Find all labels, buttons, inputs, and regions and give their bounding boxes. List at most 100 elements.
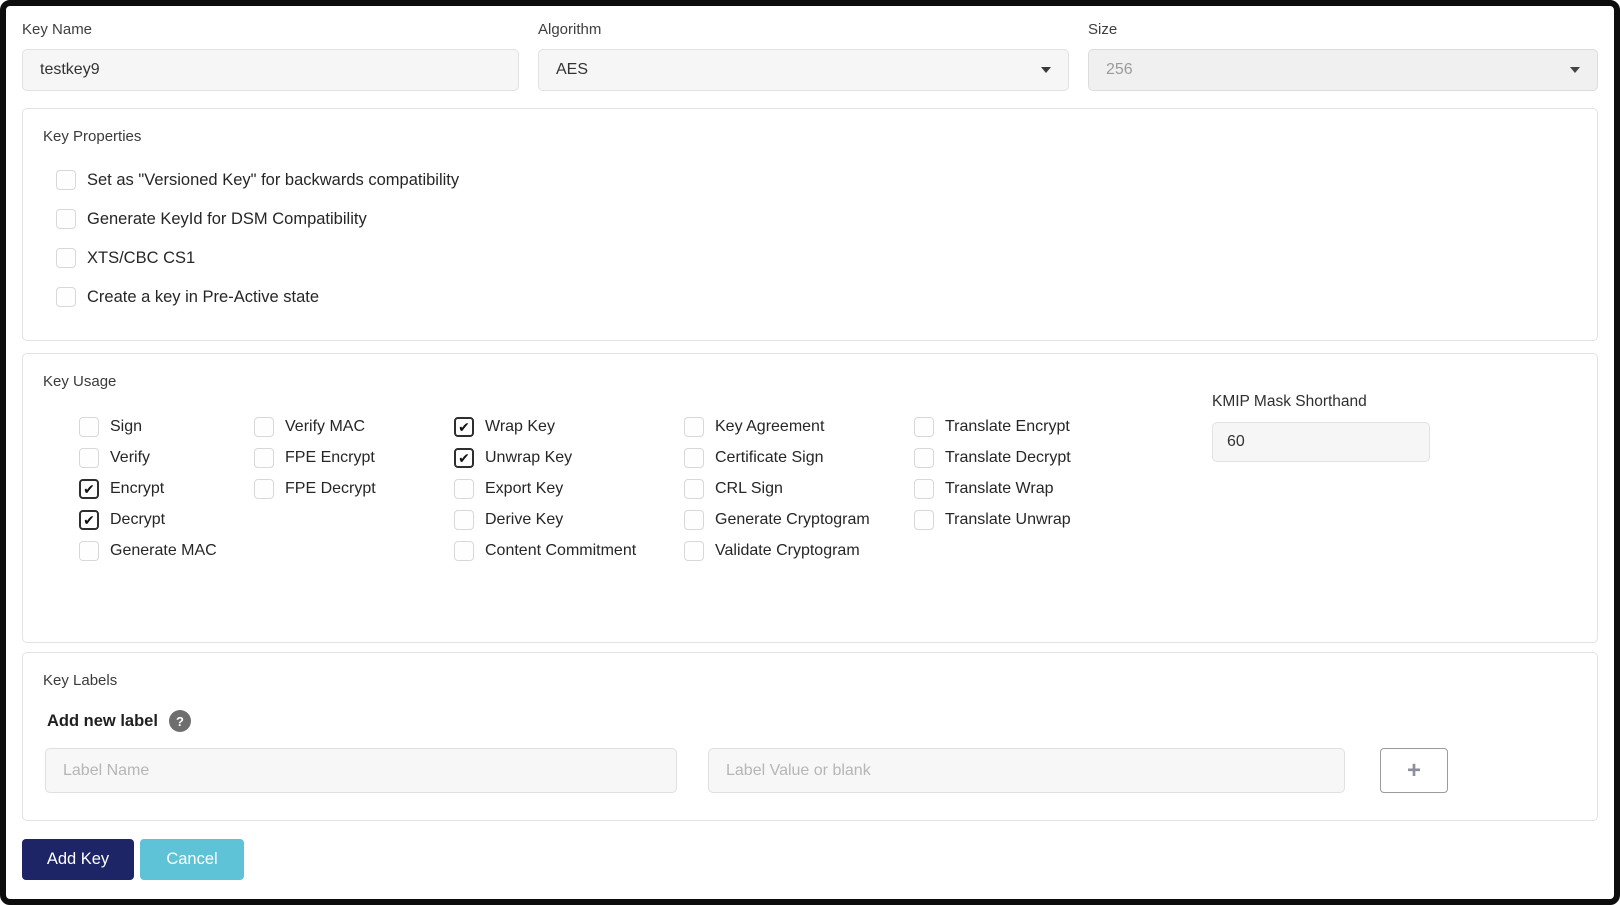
checkbox-item-encrypt: ✔ Encrypt [79, 479, 254, 499]
checkbox-item-crl-sign: CRL Sign [684, 479, 914, 499]
checkbox-item-validate-cryptogram: Validate Cryptogram [684, 541, 914, 561]
checkbox-translate-decrypt[interactable] [914, 448, 934, 468]
checkbox-item-generate-keyid-for-dsm-compatibility: Generate KeyId for DSM Compatibility [56, 209, 1577, 229]
kmip-mask-shorthand-input[interactable] [1212, 422, 1430, 462]
checkbox-translate-encrypt[interactable] [914, 417, 934, 437]
checked-checkbox-decrypt[interactable]: ✔ [79, 510, 99, 530]
checkbox-export-key[interactable] [454, 479, 474, 499]
checkbox-generate-mac[interactable] [79, 541, 99, 561]
checkbox-item-translate-encrypt: Translate Encrypt [914, 417, 1164, 437]
checkbox-item-create-a-key-in-pre-active-state: Create a key in Pre-Active state [56, 287, 1577, 307]
chevron-down-icon [1570, 67, 1580, 73]
checked-checkbox-wrap-key[interactable]: ✔ [454, 417, 474, 437]
kmip-mask-shorthand-label: KMIP Mask Shorthand [1212, 393, 1367, 410]
key-usage-column: Translate Encrypt Translate Decrypt Transl… [914, 417, 1164, 561]
checkbox-label: Set as "Versioned Key" for backwards com… [87, 170, 460, 189]
checkbox-create-a-key-in-pre-active-state[interactable] [56, 287, 76, 307]
label-inputs-row: + [43, 748, 1577, 793]
size-field: Size 256 [1088, 20, 1598, 91]
add-key-button[interactable]: Add Key [22, 839, 134, 880]
algorithm-label: Algorithm [538, 21, 602, 38]
checkbox-label: FPE Encrypt [285, 449, 375, 466]
checkbox-label: Export Key [485, 480, 564, 497]
checkbox-label: Encrypt [110, 480, 165, 497]
checkbox-item-generate-mac: Generate MAC [79, 541, 254, 561]
checkbox-item-derive-key: Derive Key [454, 510, 684, 530]
checkbox-content-commitment[interactable] [454, 541, 474, 561]
checkbox-label: XTS/CBC CS1 [87, 248, 196, 267]
algorithm-dropdown[interactable]: AES [538, 49, 1069, 91]
key-name-label: Key Name [22, 21, 93, 38]
checkbox-item-xts-cbc-cs1: XTS/CBC CS1 [56, 248, 1577, 268]
checkbox-label: Key Agreement [715, 418, 825, 435]
checkbox-item-content-commitment: Content Commitment [454, 541, 684, 561]
add-label-button[interactable]: + [1380, 748, 1448, 793]
checkbox-label: FPE Decrypt [285, 480, 376, 497]
checkbox-fpe-encrypt[interactable] [254, 448, 274, 468]
checkbox-generate-cryptogram[interactable] [684, 510, 704, 530]
checkbox-label: Translate Decrypt [945, 449, 1071, 466]
key-name-field: Key Name [22, 20, 519, 91]
checkbox-translate-unwrap[interactable] [914, 510, 934, 530]
checkbox-validate-cryptogram[interactable] [684, 541, 704, 561]
checked-checkbox-encrypt[interactable]: ✔ [79, 479, 99, 499]
size-label: Size [1088, 21, 1118, 38]
checkbox-item-fpe-decrypt: FPE Decrypt [254, 479, 454, 499]
checkbox-label: Content Commitment [485, 542, 637, 559]
checkbox-item-translate-wrap: Translate Wrap [914, 479, 1164, 499]
add-new-label-row: Add new label ? [47, 710, 1577, 732]
size-selected-value: 256 [1106, 61, 1133, 78]
label-value-input[interactable] [708, 748, 1345, 793]
checkbox-item-translate-decrypt: Translate Decrypt [914, 448, 1164, 468]
checkbox-label: Derive Key [485, 511, 564, 528]
key-properties-list: Set as "Versioned Key" for backwards com… [56, 170, 1577, 307]
checkbox-translate-wrap[interactable] [914, 479, 934, 499]
checkbox-label: Sign [110, 418, 143, 435]
checkbox-key-agreement[interactable] [684, 417, 704, 437]
checkbox-item-set-as-versioned-key-for-backwards-compatibility: Set as "Versioned Key" for backwards com… [56, 170, 1577, 190]
checkbox-label: Generate KeyId for DSM Compatibility [87, 209, 367, 228]
key-usage-column: ✔ Wrap Key ✔ Unwrap Key Export Key Derive Key… [454, 417, 684, 561]
checkbox-item-export-key: Export Key [454, 479, 684, 499]
plus-icon: + [1406, 756, 1421, 784]
form-actions: Add Key Cancel [22, 839, 1598, 880]
checkbox-item-decrypt: ✔ Decrypt [79, 510, 254, 530]
size-dropdown[interactable]: 256 [1088, 49, 1598, 91]
checkbox-derive-key[interactable] [454, 510, 474, 530]
checkbox-xts-cbc-cs1[interactable] [56, 248, 76, 268]
key-usage-title: Key Usage [43, 373, 117, 390]
checkbox-label: Translate Unwrap [945, 511, 1071, 528]
checkbox-verify[interactable] [79, 448, 99, 468]
cancel-button[interactable]: Cancel [140, 839, 244, 880]
checkbox-set-as-versioned-key-for-backwards-compatibility[interactable] [56, 170, 76, 190]
checkbox-label: Certificate Sign [715, 449, 824, 466]
checkbox-crl-sign[interactable] [684, 479, 704, 499]
checkbox-sign[interactable] [79, 417, 99, 437]
checkbox-item-unwrap-key: ✔ Unwrap Key [454, 448, 684, 468]
checkbox-verify-mac[interactable] [254, 417, 274, 437]
checkbox-item-sign: Sign [79, 417, 254, 437]
add-new-label-text: Add new label [47, 711, 158, 730]
checkbox-generate-keyid-for-dsm-compatibility[interactable] [56, 209, 76, 229]
checked-checkbox-unwrap-key[interactable]: ✔ [454, 448, 474, 468]
checkbox-certificate-sign[interactable] [684, 448, 704, 468]
key-usage-section: Key Usage Sign Verify ✔ Encrypt ✔ Decrypt Gene… [22, 353, 1598, 643]
help-icon[interactable]: ? [168, 710, 191, 732]
kmip-mask-shorthand-field: KMIP Mask Shorthand [1212, 393, 1430, 561]
checkbox-label: Validate Cryptogram [715, 542, 860, 559]
checkbox-label: Verify MAC [285, 418, 366, 435]
checkbox-item-translate-unwrap: Translate Unwrap [914, 510, 1164, 530]
key-labels-title: Key Labels [43, 672, 118, 689]
checkbox-label: Generate MAC [110, 542, 217, 559]
checkbox-item-verify: Verify [79, 448, 254, 468]
checkbox-label: Create a key in Pre-Active state [87, 287, 320, 306]
checkbox-label: Wrap Key [485, 418, 555, 435]
algorithm-selected-value: AES [556, 61, 589, 78]
key-name-input[interactable] [22, 49, 519, 91]
checkbox-label: Unwrap Key [485, 449, 573, 466]
add-key-form: Key Name Algorithm AES Size 256 Key Prop… [0, 0, 1620, 905]
key-properties-section: Key Properties Set as "Versioned Key" fo… [22, 108, 1598, 341]
checkbox-item-certificate-sign: Certificate Sign [684, 448, 914, 468]
checkbox-fpe-decrypt[interactable] [254, 479, 274, 499]
label-name-input[interactable] [45, 748, 677, 793]
